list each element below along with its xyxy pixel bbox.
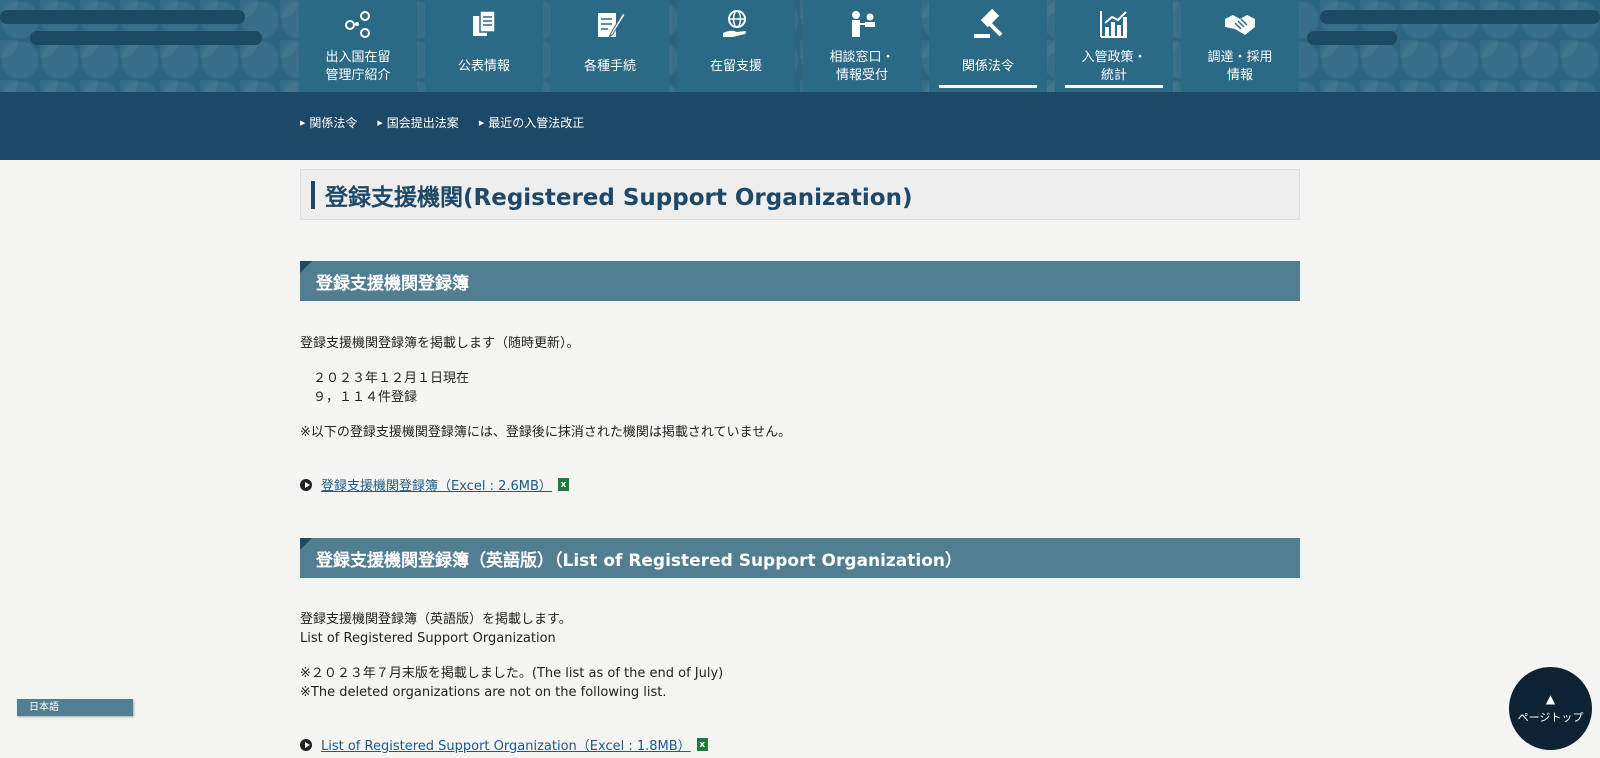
title-accent-bar <box>311 180 315 209</box>
nav-item-residence-support[interactable]: 在留支援 <box>677 0 795 92</box>
nav-label: 関係法令 <box>961 59 1014 74</box>
nav-label: 各種手続 <box>583 59 636 74</box>
cloud-decoration-left <box>0 10 245 24</box>
download-link-row: List of Registered Support Organization（… <box>300 735 1300 754</box>
note: ※以下の登録支援機関登録簿には、登録後に抹消された機関は掲載されていません。 <box>300 425 792 440</box>
subnav-link-label: 国会提出法案 <box>386 116 459 130</box>
nav-item-consultation[interactable]: 相談窓口・ 情報受付 <box>803 0 921 92</box>
nav-label: 相談窓口・ 情報受付 <box>829 50 895 83</box>
page-title-box: 登録支援機関(Registered Support Organization) <box>300 169 1300 220</box>
arrow-up-bar-icon: ▲ <box>1545 691 1556 706</box>
excel-file-icon: x <box>557 478 569 491</box>
nav-item-publications[interactable]: 公表情報 <box>425 0 543 92</box>
note-version: ※２０２３年７月末版を掲載しました。(The list as of the en… <box>300 666 724 681</box>
subnav-link-label: 関係法令 <box>309 116 358 130</box>
bar-chart-icon <box>1094 4 1134 44</box>
people-network-icon <box>338 4 378 44</box>
nav-label: 公表情報 <box>457 59 510 74</box>
section-intro-en: List of Registered Support Organization <box>300 631 556 646</box>
section-heading-register: 登録支援機関登録簿 <box>300 261 1300 301</box>
corner-decoration <box>300 261 312 273</box>
section-intro: 登録支援機関登録簿を掲載します（随時更新）。 <box>300 336 580 351</box>
global-nav: 出入国在留 管理庁紹介 公表情報 各種手続 在留支援 相談窓口・ 情報受付 関係… <box>299 0 1301 92</box>
caret-right-icon: ▶ <box>377 118 383 127</box>
subnav-link-laws[interactable]: ▶ 関係法令 <box>300 114 357 131</box>
section-heading-text: 登録支援機関登録簿（英語版）（List of Registered Suppor… <box>316 550 963 571</box>
nav-item-laws[interactable]: 関係法令 <box>929 0 1047 92</box>
nav-item-policy-statistics[interactable]: 入管政策・ 統計 <box>1055 0 1173 92</box>
section-heading-register-english: 登録支援機関登録簿（英語版）（List of Registered Suppor… <box>300 538 1300 578</box>
gavel-icon <box>968 4 1008 44</box>
handshake-icon <box>1220 4 1260 44</box>
main-content: 登録支援機関(Registered Support Organization) … <box>300 169 1300 754</box>
wave-pattern-decoration <box>1190 261 1300 301</box>
caret-right-icon: ▶ <box>300 118 306 127</box>
caret-right-icon: ▶ <box>478 118 485 127</box>
nav-label: 出入国在留 管理庁紹介 <box>325 50 391 83</box>
globe-hand-icon <box>716 4 756 44</box>
wave-pattern-decoration <box>1190 538 1300 578</box>
note-deleted: ※The deleted organizations are not on th… <box>300 685 667 700</box>
nav-item-about[interactable]: 出入国在留 管理庁紹介 <box>299 0 417 92</box>
form-pen-icon <box>590 4 630 44</box>
corner-decoration <box>300 538 312 550</box>
section-heading-text: 登録支援機関登録簿 <box>316 273 469 294</box>
nav-label: 調達・採用 情報 <box>1207 50 1273 83</box>
subnav-link-bills[interactable]: ▶ 国会提出法案 <box>377 114 458 131</box>
nav-item-procedures[interactable]: 各種手続 <box>551 0 669 92</box>
consultation-icon <box>842 4 882 44</box>
arrow-circle-icon <box>300 478 312 491</box>
section-intro-jp: 登録支援機関登録簿（英語版）を掲載します。 <box>300 612 572 627</box>
cloud-decoration-left-2 <box>30 31 262 45</box>
language-button[interactable]: 日本語 <box>17 699 133 716</box>
nav-item-procurement[interactable]: 調達・採用 情報 <box>1181 0 1299 92</box>
subnav-link-recent-amendments[interactable]: ▶ 最近の入管法改正 <box>479 114 584 131</box>
sub-nav: ▶ 関係法令 ▶ 国会提出法案 ▶ 最近の入管法改正 <box>0 92 1600 160</box>
register-english-excel-link[interactable]: List of Registered Support Organization（… <box>321 735 691 754</box>
documents-icon <box>464 4 504 44</box>
excel-file-icon: x <box>696 738 708 751</box>
page-top-label: ページトップ <box>1517 710 1584 724</box>
cloud-decoration-right-2 <box>1307 31 1397 45</box>
subnav-link-label: 最近の入管法改正 <box>488 116 585 130</box>
registration-count: ９，１１４件登録 <box>300 390 418 405</box>
arrow-circle-icon <box>300 738 312 751</box>
nav-label: 入管政策・ 統計 <box>1081 50 1147 83</box>
as-of-date: ２０２３年１２月１日現在 <box>300 371 470 386</box>
nav-label: 在留支援 <box>709 59 762 74</box>
cloud-decoration-right <box>1320 10 1600 24</box>
register-excel-link[interactable]: 登録支援機関登録簿（Excel : 2.6MB） <box>321 475 552 494</box>
header-band: 出入国在留 管理庁紹介 公表情報 各種手続 在留支援 相談窓口・ 情報受付 関係… <box>0 0 1600 92</box>
page-title: 登録支援機関(Registered Support Organization) <box>325 184 913 211</box>
download-link-row: 登録支援機関登録簿（Excel : 2.6MB） x <box>300 475 1300 494</box>
page-top-button[interactable]: ▲ ページトップ <box>1509 667 1592 750</box>
